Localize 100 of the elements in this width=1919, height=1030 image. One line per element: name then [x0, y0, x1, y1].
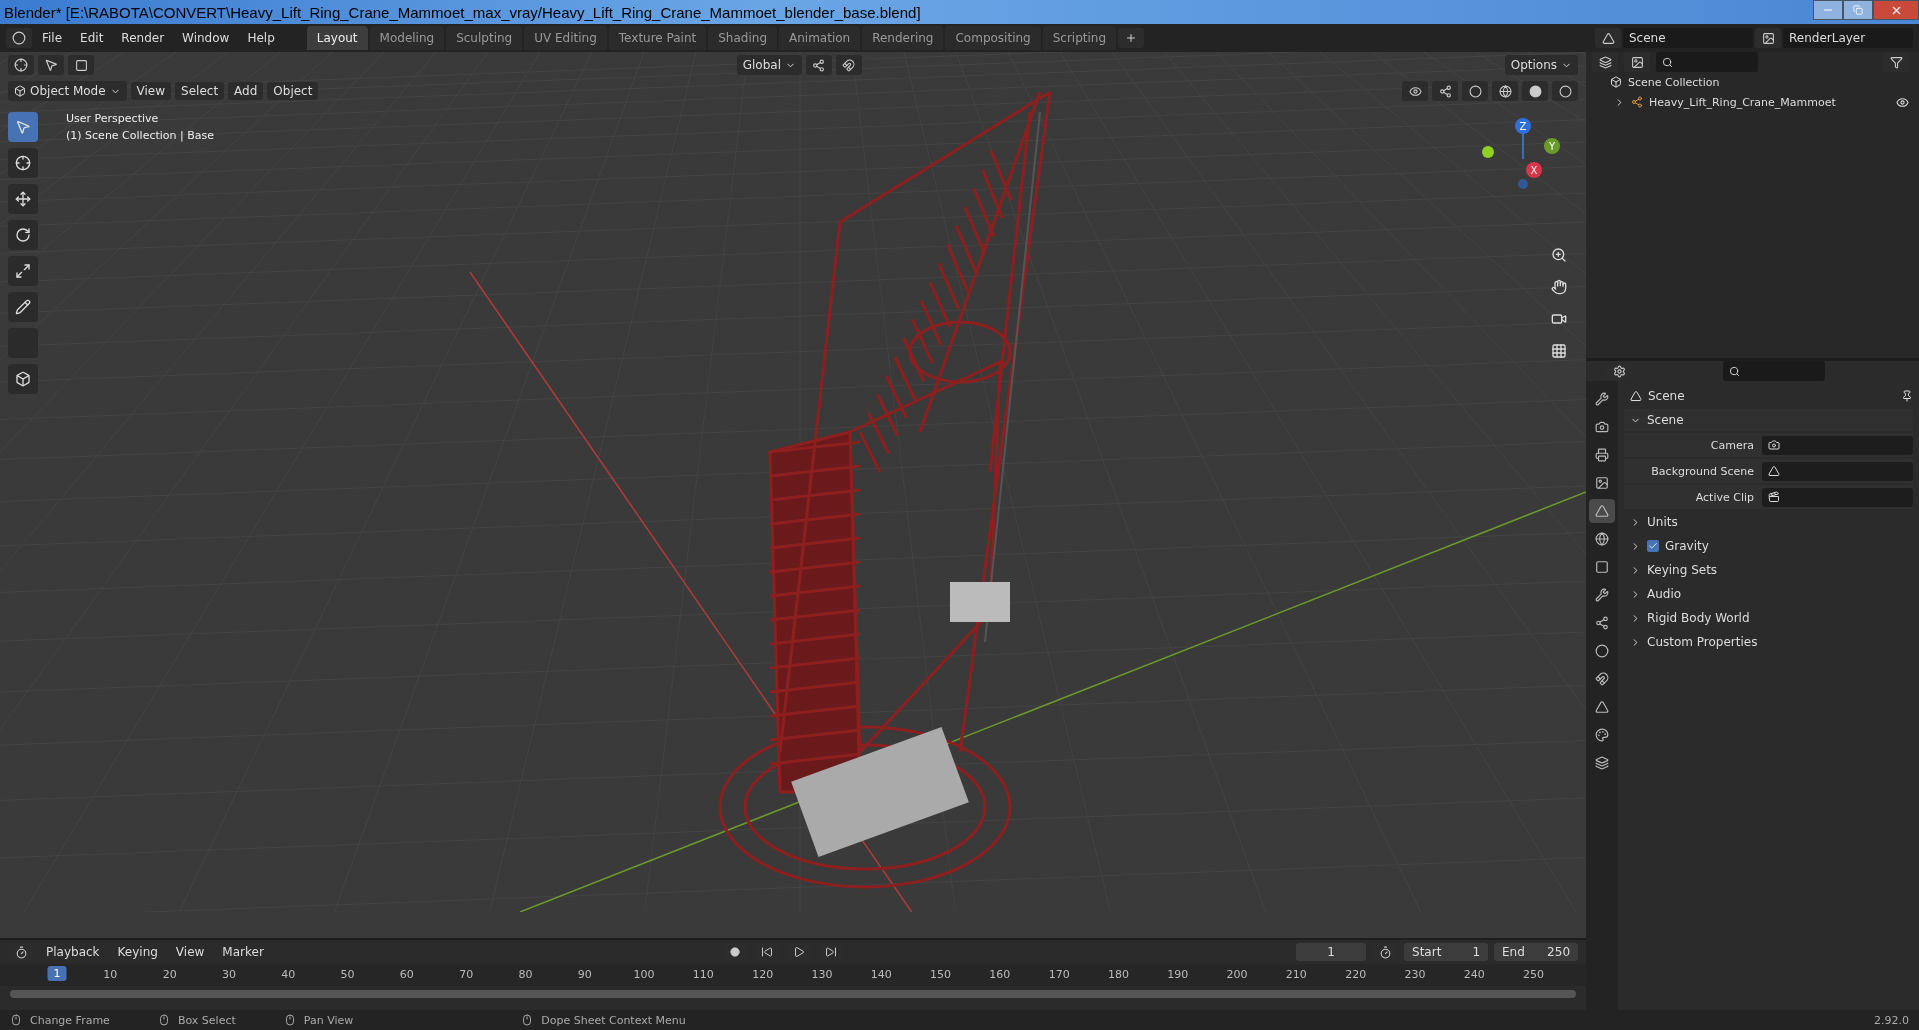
outliner-item[interactable]: Scene Collection — [1628, 75, 1720, 89]
cursor-tool[interactable] — [8, 148, 38, 178]
menu-item[interactable]: Render — [113, 28, 173, 48]
panel-header[interactable]: Audio — [1647, 587, 1682, 601]
workspace-tab[interactable]: Shading — [708, 26, 777, 50]
field-label: Background Scene — [1650, 464, 1754, 478]
view-layer-field[interactable]: RenderLayer — [1783, 28, 1913, 48]
input-field[interactable] — [1762, 435, 1913, 455]
menu-item[interactable]: File — [34, 28, 71, 48]
viewport-menu[interactable]: View — [130, 82, 172, 100]
timeline-menu[interactable]: Playback — [40, 943, 106, 961]
gizmo-button[interactable] — [1432, 81, 1458, 101]
move-tool[interactable] — [8, 184, 38, 214]
mode-dropdown[interactable]: Object Mode — [8, 81, 127, 101]
annotate-tool[interactable] — [8, 292, 38, 322]
status-hint: Box Select — [177, 1013, 236, 1027]
options-dropdown[interactable]: Options — [1504, 55, 1578, 75]
input-field[interactable] — [1762, 461, 1913, 481]
scene-field[interactable]: Scene — [1623, 28, 1753, 48]
select-mode-button[interactable] — [68, 55, 94, 75]
end-frame-field[interactable]: End 250 — [1494, 943, 1578, 961]
filter-button[interactable] — [1883, 52, 1909, 72]
frame-number: 160 — [989, 968, 1011, 981]
material-shading-button[interactable] — [1552, 81, 1578, 101]
check-icon — [1648, 541, 1658, 551]
frame-number: 60 — [399, 968, 414, 981]
snap-button[interactable] — [836, 55, 862, 75]
scale-tool[interactable] — [8, 256, 38, 286]
workspace-tab[interactable]: Animation — [779, 26, 861, 50]
panel-header[interactable]: Gravity — [1665, 539, 1709, 553]
overlay-button[interactable] — [1462, 81, 1488, 101]
panel-header[interactable]: Units — [1647, 515, 1678, 529]
timeline-menu[interactable]: Marker — [216, 943, 270, 961]
frame-number: 140 — [870, 968, 892, 981]
viewport-menu[interactable]: Add — [228, 82, 264, 100]
frame-number: 150 — [930, 968, 952, 981]
wireframe-shading-button[interactable] — [1492, 81, 1518, 101]
minimize-button[interactable] — [1813, 0, 1843, 20]
scene-selector-button[interactable] — [1595, 28, 1621, 48]
select-tool-button[interactable] — [38, 55, 64, 75]
view-layer-selector-button[interactable] — [1755, 28, 1781, 48]
scrollbar[interactable] — [10, 990, 1576, 998]
search-field[interactable] — [1722, 361, 1825, 381]
workspace-tab[interactable]: Texture Paint — [608, 26, 707, 50]
menu-item[interactable]: Window — [174, 28, 238, 48]
select-box-tool[interactable] — [8, 112, 38, 142]
editor-type-button[interactable] — [8, 55, 34, 75]
workspace-tab[interactable]: Layout — [306, 26, 368, 50]
workspace-tab[interactable]: Modeling — [369, 26, 445, 50]
camera-icon — [1768, 439, 1780, 451]
orientation-dropdown[interactable]: Global — [736, 55, 802, 75]
field-label: Camera — [1709, 438, 1754, 452]
menu-item[interactable]: Edit — [72, 28, 112, 48]
rotate-tool[interactable] — [8, 220, 38, 250]
current-frame-field[interactable]: 1 — [1296, 943, 1366, 961]
solid-shading-button[interactable] — [1522, 81, 1548, 101]
collection-icon — [1610, 76, 1622, 88]
visibility-button[interactable] — [1402, 81, 1428, 101]
maximize-button[interactable] — [1843, 0, 1873, 20]
properties-title: Scene — [1648, 389, 1685, 403]
panel-header[interactable]: Keying Sets — [1647, 563, 1718, 577]
add-workspace-button[interactable] — [1118, 28, 1145, 48]
input-field[interactable] — [1762, 487, 1913, 507]
panel-header[interactable]: Rigid Body World — [1647, 611, 1750, 625]
viewport-menu[interactable]: Select — [175, 82, 225, 100]
search-field[interactable] — [1656, 52, 1758, 72]
camera-icon — [1551, 311, 1567, 327]
start-frame-field[interactable]: Start 1 — [1404, 943, 1488, 961]
magnet-icon — [1595, 672, 1609, 686]
axis-gizmo-drawing[interactable]: Z Y X — [1478, 114, 1568, 194]
clapperboard-icon — [1768, 491, 1780, 503]
workspace-tab[interactable]: Scripting — [1042, 26, 1117, 50]
playhead[interactable]: 1 — [47, 966, 67, 981]
workspace-tab[interactable]: Rendering — [862, 26, 944, 50]
frame-number: 200 — [1226, 968, 1248, 981]
menu-item[interactable]: Help — [239, 28, 283, 48]
outliner-item[interactable]: Heavy_Lift_Ring_Crane_Mammoet — [1649, 95, 1836, 109]
record-icon — [729, 947, 740, 957]
properties-tab[interactable] — [1589, 499, 1615, 523]
panel-header[interactable]: Custom Properties — [1647, 635, 1758, 649]
pivot-button[interactable] — [806, 55, 832, 75]
play-icon — [792, 946, 805, 958]
display-mode-button[interactable] — [1592, 52, 1618, 72]
view-layer-button[interactable] — [1624, 52, 1650, 72]
workspace-tab[interactable]: UV Editing — [524, 26, 607, 50]
timeline-menu[interactable]: Keying — [111, 943, 164, 961]
nodes-icon — [812, 58, 826, 72]
frame-number: 30 — [221, 968, 236, 981]
add-cube-tool[interactable] — [8, 364, 38, 394]
workspace-tab[interactable]: Compositing — [945, 26, 1041, 50]
panel-header[interactable]: Scene — [1647, 413, 1684, 427]
version-text: 2.92.0 — [1874, 1013, 1909, 1027]
frame-number: 180 — [1107, 968, 1129, 981]
viewport-menu[interactable]: Object — [267, 82, 319, 100]
close-button[interactable] — [1873, 0, 1919, 20]
app-logo-button[interactable] — [6, 28, 32, 48]
workspace-tab[interactable]: Sculpting — [446, 26, 523, 50]
checkbox[interactable] — [1647, 540, 1659, 552]
mouse-icon — [10, 1014, 22, 1026]
timeline-menu[interactable]: View — [169, 943, 211, 961]
